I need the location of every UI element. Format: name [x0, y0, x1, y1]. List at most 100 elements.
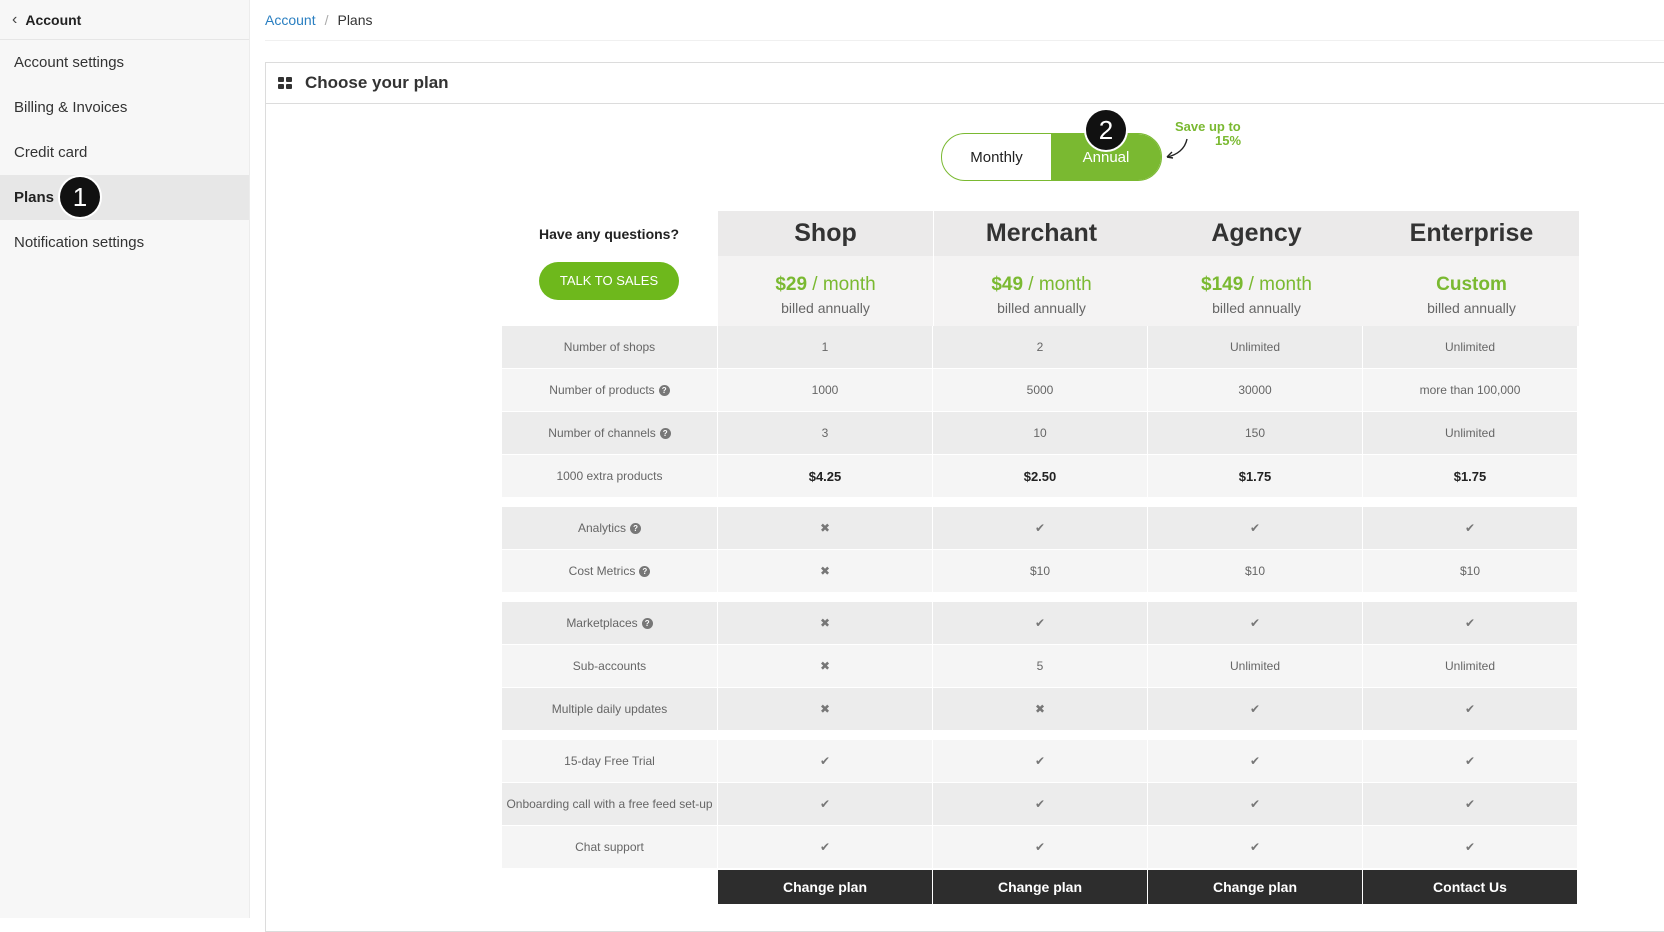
talk-to-sales-button[interactable]: TALK TO SALES — [539, 262, 679, 300]
contact-us-button[interactable]: Contact Us — [1363, 870, 1577, 904]
check-icon: ✔ — [933, 783, 1148, 826]
chevron-left-icon[interactable]: ‹ — [12, 11, 17, 29]
feature-label-text: Cost Metrics — [568, 564, 636, 578]
check-icon: ✔ — [1363, 740, 1578, 783]
feature-value: 150 — [1148, 412, 1363, 455]
billed-note: billed annually — [1212, 300, 1301, 316]
table-row: Number of products? 1000 5000 30000 more tha… — [502, 369, 1580, 412]
sidebar-header[interactable]: ‹ Account — [0, 0, 249, 40]
price-amount: $149 — [1201, 274, 1244, 295]
cross-icon: ✖ — [718, 602, 933, 645]
feature-label: Cost Metrics? — [502, 550, 718, 593]
feature-label: Marketplaces? — [502, 602, 718, 645]
sidebar-item-label: Account settings — [14, 54, 125, 71]
billing-toggle: Monthly Annual — [941, 133, 1162, 181]
feature-value: Unlimited — [1148, 326, 1363, 369]
table-row: Number of shops 1 2 Unlimited Unlimited — [502, 326, 1580, 369]
feature-value: 10 — [933, 412, 1148, 455]
feature-label: 1000 extra products — [502, 455, 718, 498]
price-period: / month — [1023, 274, 1092, 295]
feature-value: more than 100,000 — [1363, 369, 1578, 412]
plan-actions: Change plan Change plan Change plan Cont… — [718, 870, 1578, 904]
cross-icon: ✖ — [718, 645, 933, 688]
change-plan-shop-button[interactable]: Change plan — [718, 870, 932, 904]
questions-cell: Have any questions? TALK TO SALES — [502, 211, 716, 300]
plan-header-shop: Shop $29 / month billed annually — [718, 211, 933, 326]
sidebar: ‹ Account Account settings Billing & Inv… — [0, 0, 250, 918]
feature-value: 1 — [718, 326, 933, 369]
save-note: Save up to 15% — [1175, 120, 1241, 148]
feature-label: Sub-accounts — [502, 645, 718, 688]
grid-icon — [278, 76, 293, 90]
check-icon: ✔ — [933, 826, 1148, 869]
feature-label-text: Number of channels — [548, 426, 656, 440]
breadcrumb-account-link[interactable]: Account — [265, 12, 316, 28]
check-icon: ✔ — [933, 740, 1148, 783]
feature-value: 3 — [718, 412, 933, 455]
check-icon: ✔ — [718, 826, 933, 869]
feature-label-text: Chat support — [575, 840, 644, 854]
check-icon: ✔ — [1148, 688, 1363, 731]
feature-value: $10 — [1363, 550, 1578, 593]
plan-header-enterprise: Enterprise Custom billed annually — [1364, 211, 1579, 326]
table-row: Onboarding call with a free feed set-up ✔… — [502, 783, 1580, 826]
check-icon: ✔ — [933, 602, 1148, 645]
feature-label: Number of channels? — [502, 412, 718, 455]
feature-label-text: Analytics — [577, 521, 627, 535]
table-row: Number of channels? 3 10 150 Unlimited — [502, 412, 1580, 455]
feature-value: 30000 — [1148, 369, 1363, 412]
check-icon: ✔ — [718, 740, 933, 783]
feature-value: $10 — [933, 550, 1148, 593]
sidebar-item-label: Notification settings — [14, 234, 145, 251]
check-icon: ✔ — [1363, 826, 1578, 869]
plan-name: Merchant — [934, 211, 1149, 256]
feature-value: Unlimited — [1363, 326, 1578, 369]
feature-label-text: Marketplaces — [566, 616, 638, 630]
billed-note: billed annually — [1427, 300, 1516, 316]
feature-label: Chat support — [502, 826, 718, 869]
sidebar-item-account-settings[interactable]: Account settings — [0, 40, 249, 85]
change-plan-merchant-button[interactable]: Change plan — [933, 870, 1147, 904]
feature-value: Unlimited — [1148, 645, 1363, 688]
plan-price: $149 / month billed annually — [1149, 256, 1364, 326]
feature-label-text: Onboarding call with a free feed set-up — [506, 797, 713, 811]
sidebar-item-plans[interactable]: Plans 1 — [0, 175, 249, 220]
sidebar-item-label: Billing & Invoices — [14, 99, 128, 116]
sidebar-item-notification-settings[interactable]: Notification settings — [0, 220, 249, 265]
sidebar-item-label: Credit card — [14, 144, 88, 161]
page-title: Choose your plan — [305, 73, 449, 92]
question-circle-icon[interactable]: ? — [639, 565, 651, 577]
check-icon: ✔ — [1148, 602, 1363, 645]
cross-icon: ✖ — [718, 688, 933, 731]
check-icon: ✔ — [1363, 783, 1578, 826]
table-row: Multiple daily updates ✖ ✖ ✔ ✔ — [502, 688, 1580, 731]
feature-label: Analytics? — [502, 507, 718, 550]
table-row: 1000 extra products $4.25 $2.50 $1.75 $1.75 — [502, 455, 1580, 498]
price-amount: Custom — [1436, 274, 1507, 295]
check-icon: ✔ — [1148, 783, 1363, 826]
feature-value: 5000 — [933, 369, 1148, 412]
feature-value: 1000 — [718, 369, 933, 412]
sidebar-item-credit-card[interactable]: Credit card — [0, 130, 249, 175]
feature-value: $10 — [1148, 550, 1363, 593]
table-row: Chat support ✔ ✔ ✔ ✔ — [502, 826, 1580, 869]
cross-icon: ✖ — [933, 688, 1148, 731]
table-row: Cost Metrics? ✖ $10 $10 $10 — [502, 550, 1580, 593]
question-circle-icon[interactable]: ? — [630, 522, 642, 534]
check-icon: ✔ — [1363, 688, 1578, 731]
question-circle-icon[interactable]: ? — [641, 617, 653, 629]
step-marker-1: 1 — [60, 177, 100, 217]
question-circle-icon[interactable]: ? — [658, 384, 670, 396]
feature-label-text: 1000 extra products — [556, 469, 663, 483]
billed-note: billed annually — [997, 300, 1086, 316]
question-circle-icon[interactable]: ? — [659, 427, 671, 439]
monthly-option[interactable]: Monthly — [942, 134, 1051, 180]
feature-label-text: Multiple daily updates — [551, 702, 668, 716]
feature-label-text: 15-day Free Trial — [564, 754, 655, 768]
feature-value: Unlimited — [1363, 412, 1578, 455]
feature-value: $4.25 — [718, 455, 933, 498]
change-plan-agency-button[interactable]: Change plan — [1148, 870, 1362, 904]
check-icon: ✔ — [718, 783, 933, 826]
sidebar-item-billing-invoices[interactable]: Billing & Invoices — [0, 85, 249, 130]
feature-label: Multiple daily updates — [502, 688, 718, 731]
